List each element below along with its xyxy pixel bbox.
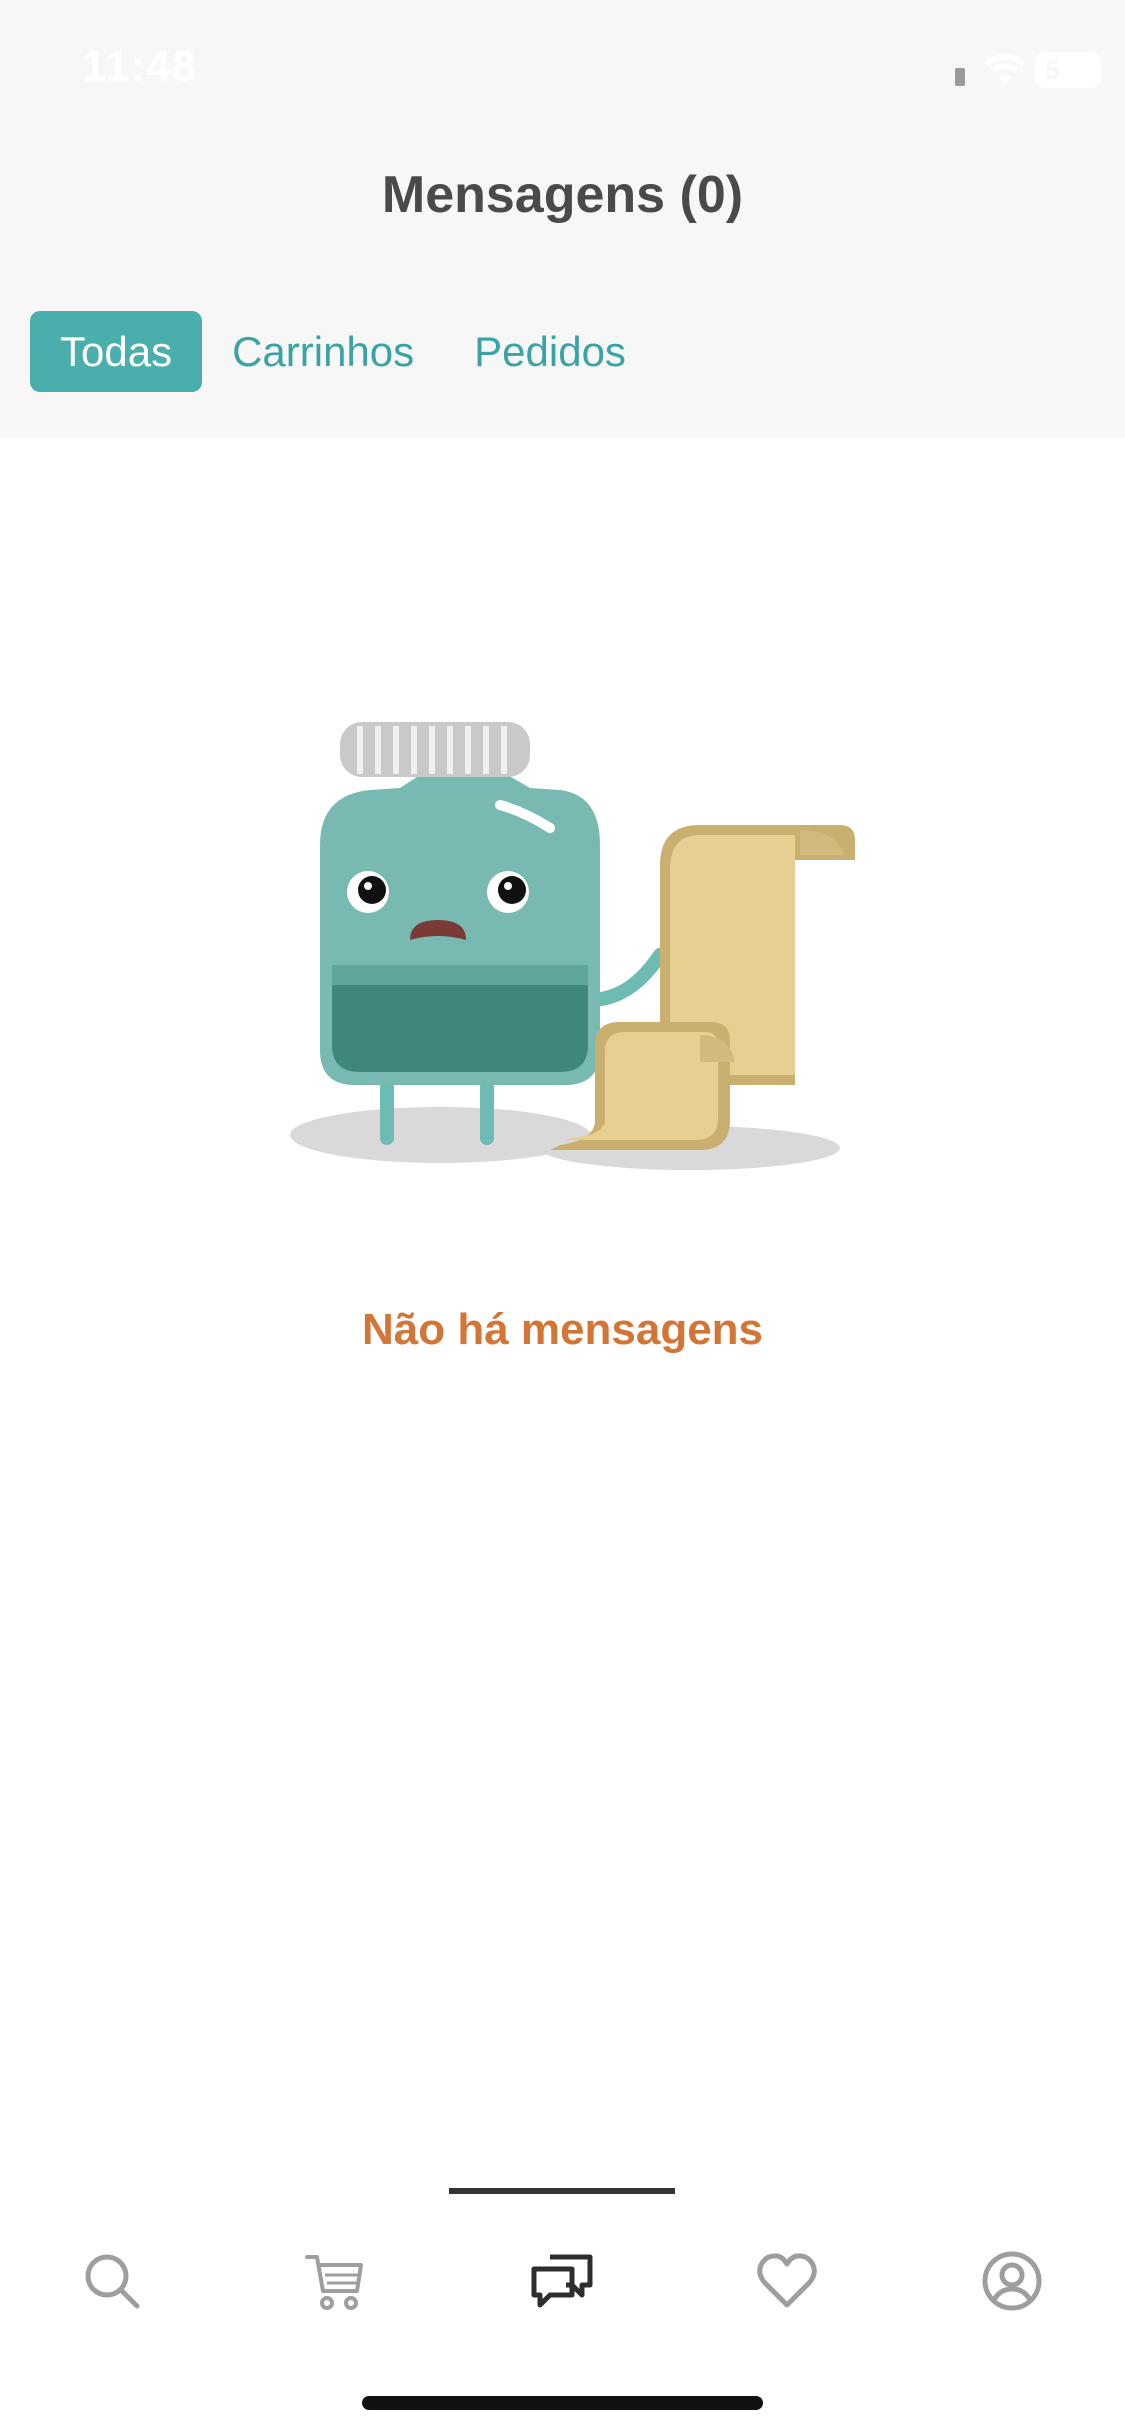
tab-pedidos[interactable]: Pedidos bbox=[444, 311, 656, 392]
messages-icon bbox=[531, 2254, 593, 2308]
home-indicator bbox=[362, 2396, 763, 2410]
left-eye-pupil bbox=[358, 876, 386, 904]
nav-profile[interactable] bbox=[967, 2236, 1057, 2326]
cart-icon bbox=[305, 2255, 363, 2310]
jar-left-leg bbox=[380, 1080, 394, 1145]
jar-arm bbox=[583, 948, 667, 1007]
bottom-nav bbox=[0, 2236, 1125, 2326]
jar-shadow bbox=[290, 1107, 590, 1163]
jar-right-leg bbox=[480, 1080, 494, 1145]
heart-icon bbox=[757, 2253, 817, 2308]
header: 11:48 5 Mensagens (0) Todas Carrinhos Pe… bbox=[0, 0, 1125, 438]
empty-messages-illustration bbox=[290, 722, 855, 1170]
page-title: Mensagens (0) bbox=[381, 166, 744, 224]
tab-todas[interactable]: Todas bbox=[30, 311, 203, 392]
nav-cart[interactable] bbox=[290, 2236, 380, 2326]
nav-favorites[interactable] bbox=[742, 2236, 832, 2326]
status-icons: 5 bbox=[907, 48, 1101, 92]
tab-carrinhos[interactable]: Carrinhos bbox=[202, 311, 444, 392]
profile-icon bbox=[982, 2251, 1042, 2311]
battery-level: 5 bbox=[1045, 55, 1060, 85]
wifi-icon bbox=[985, 53, 1025, 84]
tabs: Todas Carrinhos Pedidos bbox=[30, 311, 656, 392]
jar-liquid-edge bbox=[332, 965, 588, 985]
status-time: 11:48 bbox=[82, 42, 198, 91]
battery-icon: 5 bbox=[1035, 52, 1101, 88]
nav-search[interactable] bbox=[67, 2236, 157, 2326]
signal-icon bbox=[955, 68, 965, 86]
search-icon bbox=[85, 2254, 140, 2309]
right-eye-pupil bbox=[498, 876, 526, 904]
nav-messages[interactable] bbox=[517, 2236, 607, 2326]
active-tab-indicator bbox=[449, 2188, 675, 2194]
empty-state-message: Não há mensagens bbox=[361, 1305, 764, 1354]
